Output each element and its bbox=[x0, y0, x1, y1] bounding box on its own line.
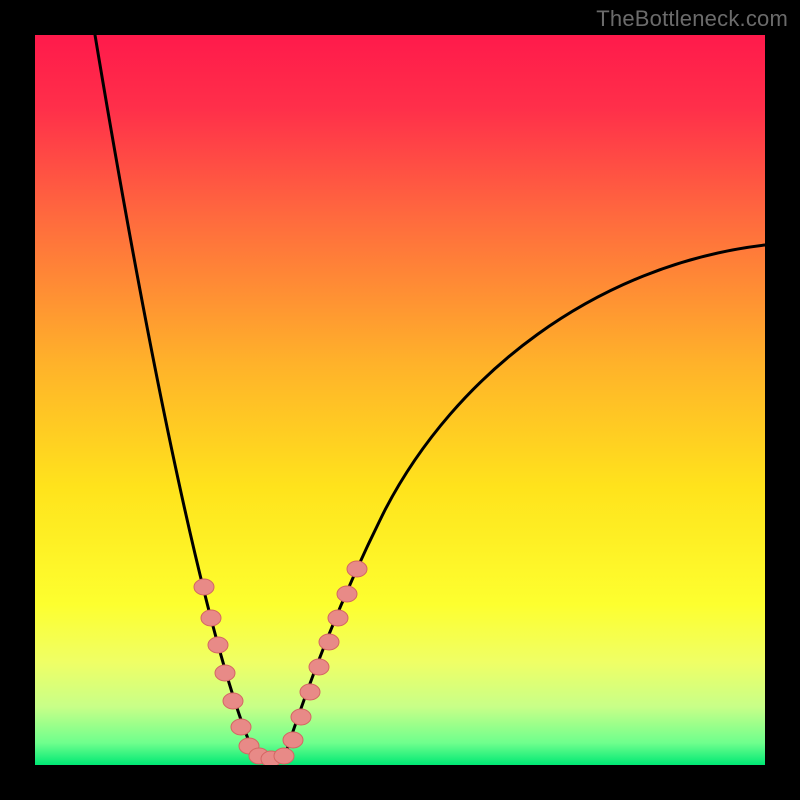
watermark-text: TheBottleneck.com bbox=[596, 6, 788, 32]
series-right-branch bbox=[285, 245, 765, 755]
plot-area bbox=[35, 35, 765, 765]
marker-point bbox=[208, 637, 228, 653]
marker-point bbox=[223, 693, 243, 709]
marker-point bbox=[274, 748, 294, 764]
marker-point bbox=[194, 579, 214, 595]
marker-point bbox=[215, 665, 235, 681]
curve-layer bbox=[35, 35, 765, 765]
marker-point bbox=[291, 709, 311, 725]
marker-point bbox=[337, 586, 357, 602]
marker-point bbox=[328, 610, 348, 626]
marker-point bbox=[300, 684, 320, 700]
marker-point bbox=[309, 659, 329, 675]
marker-point bbox=[231, 719, 251, 735]
marker-point bbox=[347, 561, 367, 577]
marker-point bbox=[319, 634, 339, 650]
series-left-branch bbox=[95, 35, 255, 755]
chart-frame: TheBottleneck.com bbox=[0, 0, 800, 800]
marker-point bbox=[283, 732, 303, 748]
marker-point bbox=[201, 610, 221, 626]
